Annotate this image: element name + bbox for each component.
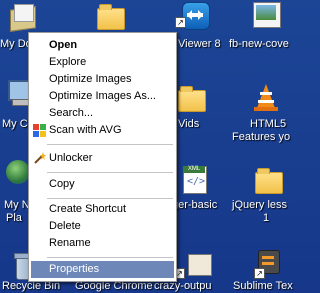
menu-item-label: Create Shortcut <box>49 203 127 215</box>
html5-label-1: HTML5 <box>250 118 287 130</box>
fb-new-cover-icon[interactable] <box>253 2 281 28</box>
menu-item-label: Delete <box>49 220 81 232</box>
menu-item-rename[interactable]: Rename <box>31 235 174 252</box>
unlocker-wand-icon <box>33 152 46 165</box>
menu-item-create-shortcut[interactable]: Create Shortcut <box>31 201 174 218</box>
vlc-cone-icon[interactable] <box>254 84 278 112</box>
shortcut-arrow-icon: ↗ <box>254 268 265 279</box>
fb-new-cover-label: fb-new-cove <box>229 38 289 50</box>
sublime-text-label: Sublime Tex <box>233 280 293 292</box>
menu-item-label: Search... <box>49 107 94 119</box>
my-network-label-2: Pla <box>6 212 22 224</box>
menu-item-optimize-images[interactable]: Optimize Images <box>31 71 174 88</box>
menu-item-label: Optimize Images <box>49 73 132 85</box>
jquery-label-1: jQuery less <box>232 199 288 211</box>
menu-item-explore[interactable]: Explore <box>31 54 174 71</box>
menu-item-label: Unlocker <box>49 152 93 164</box>
menu-item-label: Copy <box>49 178 75 190</box>
menu-item-label: Rename <box>49 237 91 249</box>
menu-item-label: Optimize Images As... <box>49 90 156 102</box>
menu-item-optimize-images-as[interactable]: Optimize Images As... <box>31 88 174 105</box>
teamviewer-icon[interactable] <box>182 2 210 30</box>
menu-item-label: Scan with AVG <box>49 124 122 136</box>
menu-separator <box>47 172 173 173</box>
vids-label: Vids <box>178 118 200 130</box>
context-menu: Open Explore Optimize Images Optimize Im… <box>28 32 177 282</box>
menu-separator <box>47 198 173 199</box>
menu-item-scan-with-avg[interactable]: Scan with AVG <box>31 122 174 139</box>
folder-icon[interactable] <box>97 4 125 30</box>
menu-item-delete[interactable]: Delete <box>31 218 174 235</box>
menu-separator <box>47 257 173 258</box>
avg-icon <box>33 124 46 137</box>
my-network-label-1: My N <box>4 199 30 211</box>
menu-item-label: Open <box>49 39 78 51</box>
xml-file-icon[interactable]: XML </> <box>181 166 207 194</box>
menu-item-search[interactable]: Search... <box>31 105 174 122</box>
jquery-label-2: 1 <box>263 212 270 224</box>
html5-label-2: Features yo <box>232 131 291 143</box>
shortcut-arrow-icon: ↗ <box>175 17 186 28</box>
menu-item-open[interactable]: Open <box>31 37 174 54</box>
jquery-folder-icon[interactable] <box>255 168 283 194</box>
menu-separator <box>47 144 173 145</box>
teamviewer-label: Viewer 8 <box>178 38 221 50</box>
vids-folder-icon[interactable] <box>178 86 206 112</box>
menu-item-unlocker[interactable]: Unlocker <box>31 150 174 167</box>
ger-basic-label: ger-basic <box>172 199 218 211</box>
my-documents-icon[interactable] <box>8 2 38 32</box>
menu-item-copy[interactable]: Copy <box>31 176 174 193</box>
crazy-output-icon[interactable] <box>188 254 212 276</box>
menu-item-label: Explore <box>49 56 87 68</box>
menu-item-properties[interactable]: Properties <box>31 261 174 278</box>
menu-item-label: Properties <box>49 263 100 275</box>
